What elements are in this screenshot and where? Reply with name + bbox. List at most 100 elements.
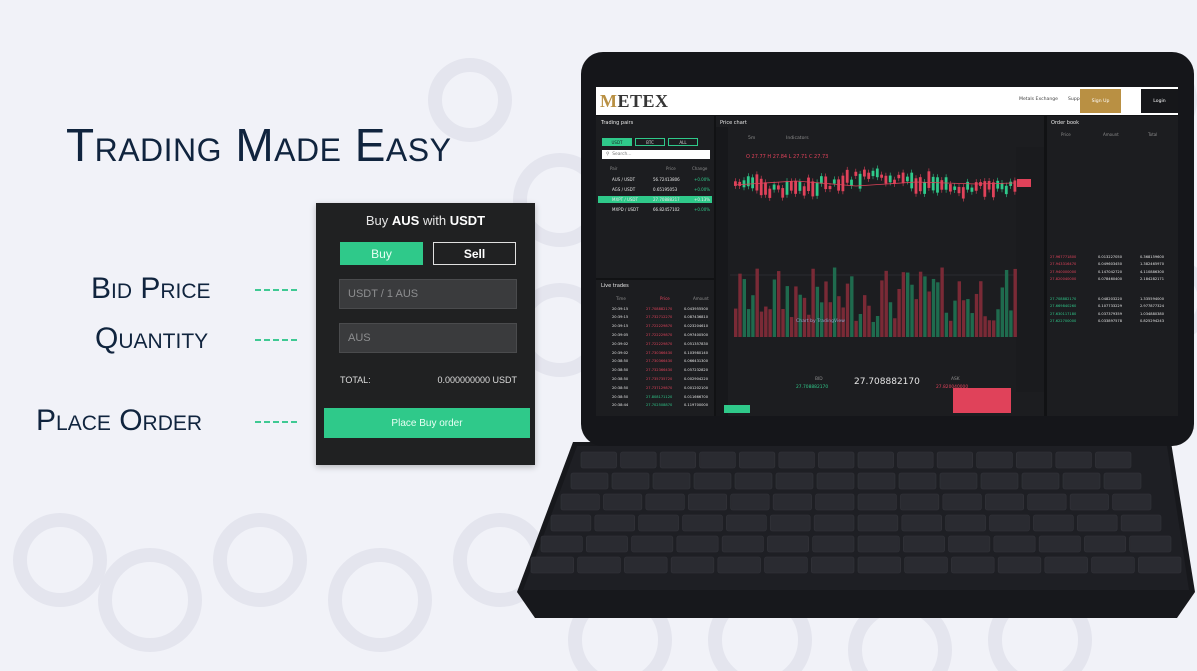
volume-bar bbox=[1000, 287, 1004, 337]
candle-body bbox=[974, 182, 978, 191]
keyboard-key bbox=[901, 514, 943, 532]
last-price: 27.708882170 bbox=[854, 377, 920, 387]
keyboard-key bbox=[580, 451, 617, 469]
trade-time: 20:39:15 bbox=[612, 315, 629, 320]
book-asks-row[interactable]: 27.967771800 0.013227050 0.368159600 bbox=[1047, 253, 1178, 260]
book-asks-row[interactable]: 27.943316470 0.049603450 1.382465970 bbox=[1047, 261, 1178, 268]
sell-tab-button[interactable]: Sell bbox=[433, 242, 516, 265]
book-price: 27.630117180 bbox=[1050, 311, 1077, 316]
pair-search-input[interactable]: ⚲ Search... bbox=[602, 150, 710, 159]
pair-row[interactable]: MXPT / USDT 27.70888217 +0.13% bbox=[598, 196, 712, 203]
keyboard-key bbox=[816, 472, 855, 490]
trade-price: 27.737129870 bbox=[646, 385, 673, 390]
bid-label: BID bbox=[815, 377, 823, 382]
volume-bar bbox=[1004, 269, 1009, 337]
keyboard-key bbox=[1137, 556, 1182, 574]
tab-btc[interactable]: BTC bbox=[635, 138, 665, 146]
keyboard-key bbox=[1033, 514, 1074, 532]
volume-bar bbox=[832, 267, 837, 337]
book-amount: 0.013227050 bbox=[1098, 254, 1123, 259]
price-chart-canvas[interactable] bbox=[716, 127, 1044, 416]
keyboard-key bbox=[939, 472, 978, 490]
buy-tab-button[interactable]: Buy bbox=[340, 242, 423, 265]
trade-amount: 0.011666700 bbox=[684, 394, 709, 399]
book-amount: 0.147042720 bbox=[1098, 269, 1123, 274]
pair-row[interactable]: AGS / USDT 0.65195053 +0.00% bbox=[598, 186, 712, 193]
trade-row: 20:39:05 27.722229870 0.097400500 bbox=[596, 331, 714, 338]
book-bids-row[interactable]: 27.622700000 0.033897578 0.825294243 bbox=[1047, 318, 1178, 325]
candle-body bbox=[768, 188, 772, 198]
trade-price: 27.722229870 bbox=[646, 332, 673, 337]
book-amount: 0.107733229 bbox=[1098, 304, 1123, 308]
book-bids-row[interactable]: 27.669840260 0.107733229 2.977877324 bbox=[1047, 303, 1178, 310]
keyboard-key bbox=[812, 535, 855, 553]
nav-metals-exchange[interactable]: Metals Exchange bbox=[1019, 97, 1058, 102]
place-buy-order-button[interactable]: Place Buy order bbox=[324, 408, 530, 438]
volume-bar bbox=[755, 268, 759, 337]
candle-body bbox=[858, 173, 862, 189]
candle-body bbox=[961, 187, 965, 199]
book-bids-row[interactable]: 27.630117180 0.037379359 1.034880380 bbox=[1047, 310, 1178, 317]
book-total: 1.034880380 bbox=[1140, 311, 1165, 316]
candle-body bbox=[884, 175, 888, 184]
trade-amount: 0.002904220 bbox=[684, 376, 709, 381]
keyboard-key bbox=[687, 493, 728, 511]
volume-bar bbox=[979, 281, 983, 337]
login-button[interactable]: Login bbox=[1141, 89, 1178, 113]
keyboard-key bbox=[1091, 556, 1135, 574]
volume-bar bbox=[781, 309, 785, 337]
keyboard-key bbox=[603, 493, 643, 511]
keyboard-key bbox=[1055, 451, 1092, 469]
keyboard-key bbox=[670, 556, 715, 574]
candle-body bbox=[867, 172, 871, 179]
book-total: 2.184282171 bbox=[1140, 277, 1165, 281]
pair-search-placeholder: Search... bbox=[612, 152, 632, 157]
keyboard-key bbox=[818, 451, 855, 469]
trade-row: 20:39:15 27.732712270 0.087436810 bbox=[596, 314, 714, 321]
keyboard-key bbox=[813, 514, 855, 532]
keyboard-key bbox=[857, 493, 897, 511]
pair-name: AUS / USDT bbox=[612, 177, 636, 182]
keyboard-key bbox=[1084, 535, 1127, 553]
keyboard-key bbox=[857, 451, 894, 469]
candle-body bbox=[863, 169, 866, 177]
volume-bar bbox=[802, 297, 807, 337]
pairs-col-pair: Pair bbox=[610, 166, 618, 171]
candle-body bbox=[953, 186, 957, 190]
bid-price-input[interactable]: USDT / 1 AUS bbox=[339, 279, 517, 309]
trade-time: 20:39:02 bbox=[612, 341, 629, 346]
tab-all[interactable]: ALL bbox=[668, 138, 698, 146]
candle-body bbox=[914, 178, 918, 194]
volume-bar bbox=[992, 320, 996, 337]
keyboard-key bbox=[904, 556, 948, 574]
order-book-title: Order book bbox=[1051, 120, 1079, 126]
trade-amount: 0.001202100 bbox=[684, 385, 709, 390]
keyboard-key bbox=[857, 514, 899, 532]
book-bids-row[interactable]: 27.708882170 0.048203220 1.335594000 bbox=[1047, 295, 1178, 302]
total-label: TOTAL: bbox=[340, 375, 371, 385]
book-asks-row[interactable]: 27.820040000 0.078460400 2.184282171 bbox=[1047, 276, 1178, 283]
quantity-input[interactable]: AUS bbox=[339, 323, 517, 353]
buy-depth-bar bbox=[724, 405, 750, 413]
volume-bar bbox=[936, 282, 940, 337]
volume-bar bbox=[888, 302, 893, 337]
keyboard-key bbox=[769, 514, 811, 532]
book-price: 27.622700000 bbox=[1050, 319, 1077, 323]
keyboard-key bbox=[1027, 493, 1067, 511]
volume-bar bbox=[742, 279, 746, 337]
pair-row[interactable]: AUS / USDT 56.72413806 +0.00% bbox=[598, 176, 712, 183]
trade-row: 20:38:50 27.735735720 0.002904220 bbox=[596, 375, 714, 382]
signup-button[interactable]: Sign Up bbox=[1080, 89, 1121, 113]
book-asks-row[interactable]: 27.940000000 0.147042720 4.110886300 bbox=[1047, 268, 1178, 275]
volume-bar bbox=[897, 288, 901, 337]
trades-col-amount: Amount bbox=[693, 296, 709, 301]
pair-name: MXPT / USDT bbox=[612, 197, 638, 202]
callout-quantity-label: Quantity bbox=[95, 322, 209, 355]
pair-row[interactable]: MXPD / USDT 66.82457102 +0.00% bbox=[598, 206, 712, 213]
candle-body bbox=[798, 181, 802, 191]
keyboard-key bbox=[1076, 514, 1118, 532]
book-header-row: Price Amount Total bbox=[1047, 131, 1178, 138]
ticket-title-quote: USDT bbox=[449, 213, 486, 228]
tab-usdt[interactable]: USDT bbox=[602, 138, 632, 146]
volume-bar bbox=[880, 280, 884, 337]
